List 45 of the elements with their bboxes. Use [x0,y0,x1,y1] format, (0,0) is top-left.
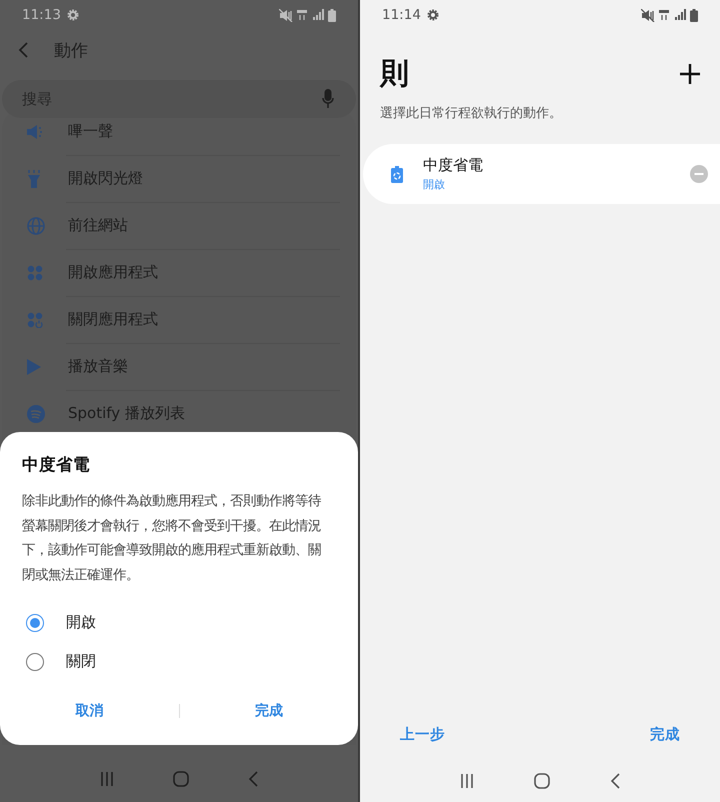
battery-icon [328,8,336,22]
remove-button[interactable] [690,165,708,183]
settings-icon [66,9,79,21]
status-time: 11:13 [22,7,61,23]
home-icon[interactable] [534,773,550,789]
action-item[interactable]: 開啟閃光燈 [2,155,356,202]
dialog-title: 中度省電 [22,454,90,476]
radio-option[interactable]: 關閉 [22,647,96,676]
action-item[interactable]: 開啟應用程式 [2,249,356,296]
signal-icon [674,9,686,21]
action-item[interactable]: 前往網站 [2,202,356,249]
back-icon[interactable] [610,773,620,789]
action-card[interactable]: 中度省電 開啟 [363,144,720,204]
microphone-icon[interactable] [322,89,334,109]
signal-icon [312,9,324,21]
mute-vibrate-icon [279,8,293,22]
action-item[interactable]: 關閉應用程式 [2,296,356,343]
battery-saver-icon [391,166,403,182]
music-app-icon [27,404,45,422]
apps-power-icon [27,312,43,328]
page-title: 則 [380,55,409,92]
page-subtitle: 選擇此日常行程欲執行的動作。 [379,105,563,122]
screen-title: 動作 [54,40,88,62]
add-button[interactable] [680,64,700,84]
settings-icon [426,9,439,21]
globe-icon [27,216,45,234]
speaker-icon [27,124,43,138]
footer-button[interactable]: 完成 [632,715,698,754]
radio-option[interactable]: 開啟 [22,608,96,637]
action-item[interactable]: Spotify 播放列表 [2,390,356,437]
flashlight-icon [27,170,41,188]
back-button[interactable] [18,42,28,58]
mute-vibrate-icon [641,8,655,22]
play-icon [27,358,41,374]
dialog-button[interactable]: 完成 [180,692,358,730]
apps-icon [27,264,43,280]
footer-button[interactable]: 上一步 [382,715,463,754]
dialog-message: 除非此動作的條件為啟動應用程式，否則動作將等待螢幕關閉後才會執行，您將不會受到干擾。在此情況下，該動作可能會導致開啟的應用程式重新啟動、關閉或無法正確運作。 [22,492,322,584]
battery-icon [690,8,698,22]
status-time: 11:14 [382,7,421,23]
action-status: 開啟 [423,177,445,192]
action-title: 中度省電 [423,156,483,175]
recents-icon[interactable] [460,774,474,788]
dialog-button[interactable]: 取消 [0,692,178,730]
action-item[interactable]: 播放音樂 [2,343,356,390]
